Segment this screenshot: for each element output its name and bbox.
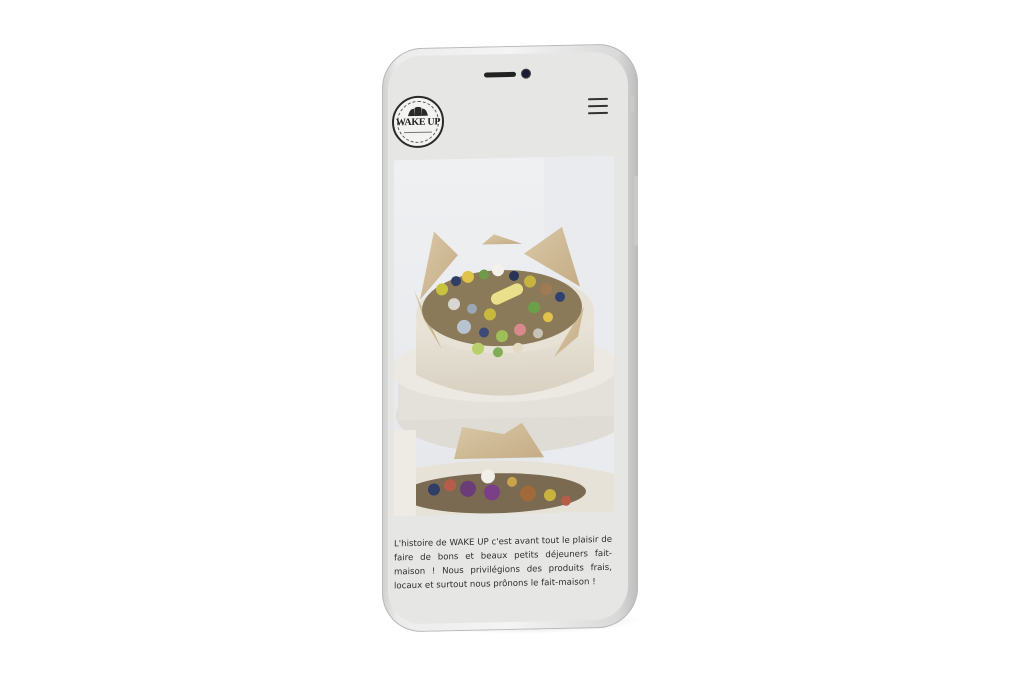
brand-logo[interactable]: WAKE UP — [392, 95, 444, 149]
front-camera — [522, 69, 530, 78]
mockup-stage: WAKE UP L'histoire de WAKE UP c'est avan… — [0, 0, 1024, 683]
menu-bar — [588, 104, 608, 108]
croissant-icon — [408, 106, 428, 117]
speaker-grille — [484, 71, 516, 78]
menu-bar — [588, 111, 608, 115]
food-box-photo — [394, 155, 614, 517]
food-box-illustration — [394, 155, 614, 517]
intro-paragraph: L'histoire de WAKE UP c'est avant tout l… — [394, 534, 612, 591]
hamburger-menu-icon[interactable] — [588, 97, 608, 116]
phone-screen: WAKE UP L'histoire de WAKE UP c'est avan… — [388, 51, 628, 625]
menu-bar — [588, 97, 608, 101]
phone-side-button — [634, 176, 638, 246]
phone-volume-button — [630, 96, 634, 112]
logo-text: WAKE UP — [395, 116, 441, 129]
